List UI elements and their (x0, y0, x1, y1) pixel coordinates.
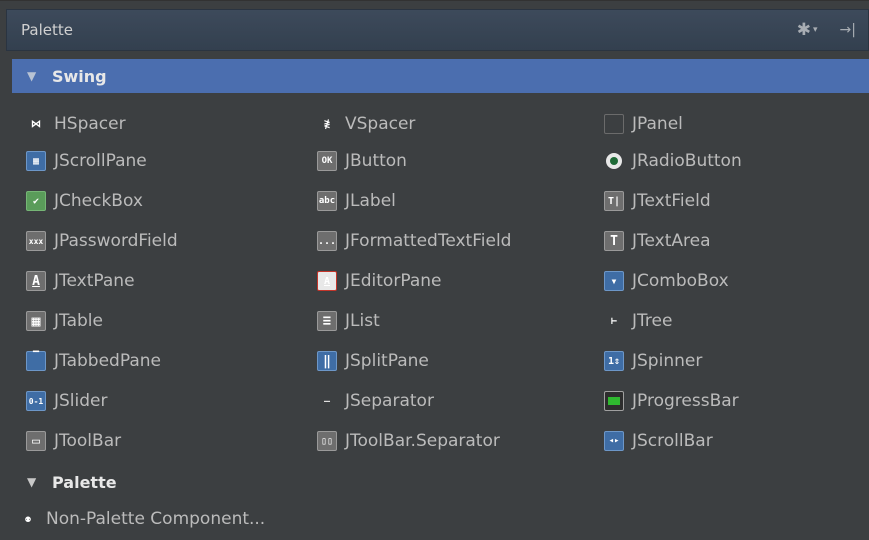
palette-item-jseparator[interactable]: — JSeparator (317, 383, 434, 419)
palette-item-jeditorpane[interactable]: A JEditorPane (317, 263, 441, 299)
item-label: JPanel (632, 114, 683, 134)
hide-panel-icon[interactable]: →| (840, 22, 856, 38)
palette-item-jtable[interactable]: ▦ JTable (26, 303, 103, 339)
item-label: JRadioButton (632, 151, 742, 171)
palette-item-jslider[interactable]: 0-1 JSlider (26, 383, 108, 419)
separator-icon: — (323, 395, 331, 407)
palette-item-jlist[interactable]: ≡ JList (317, 303, 380, 339)
item-label: JToolBar (54, 431, 122, 451)
item-label: JPasswordField (54, 231, 178, 251)
palette-item-jtextfield[interactable]: T| JTextField (604, 183, 711, 219)
palette-item-jcheckbox[interactable]: ✔ JCheckBox (26, 183, 143, 219)
toolbar-separator-icon: ▯▯ (317, 431, 337, 451)
item-label: JList (345, 311, 380, 331)
scrollbar-icon: ◂▸ (604, 431, 624, 451)
palette-item-jscrollpane[interactable]: ▦ JScrollPane (26, 143, 147, 179)
item-label: JComboBox (632, 271, 729, 291)
item-label: JTree (632, 311, 673, 331)
palette-item-jpanel[interactable]: JPanel (604, 106, 683, 142)
item-label: JProgressBar (632, 391, 739, 411)
palette-item-jlabel[interactable]: abc JLabel (317, 183, 396, 219)
palette-item-jradiobutton[interactable]: JRadioButton (604, 143, 742, 179)
hspacer-icon: ⋈ (31, 118, 41, 130)
item-label: JEditorPane (345, 271, 442, 291)
palette-panel: Palette ✱ ▾ →| ▼ Swing ⋈ HSpacer ≹ VSpac… (0, 0, 869, 540)
panel-icon (604, 114, 624, 134)
palette-item-jcombobox[interactable]: ▾ JComboBox (604, 263, 729, 299)
item-label: JScrollPane (54, 151, 147, 171)
passwordfield-icon: xxx (26, 231, 46, 251)
item-label: JSlider (54, 391, 108, 411)
palette-item-jtextpane[interactable]: A JTextPane (26, 263, 135, 299)
item-label: JCheckBox (54, 191, 143, 211)
progressbar-icon (604, 391, 624, 411)
slider-icon: 0-1 (26, 391, 46, 411)
palette-item-jbutton[interactable]: OK JButton (317, 143, 407, 179)
item-label: JScrollBar (632, 431, 713, 451)
label-icon: abc (317, 191, 337, 211)
group-header-swing[interactable]: ▼ Swing (12, 59, 869, 93)
item-label: JFormattedTextField (345, 231, 512, 251)
chevron-down-icon[interactable]: ▾ (813, 25, 818, 35)
item-label: JLabel (345, 191, 396, 211)
expand-triangle-icon[interactable]: ▼ (12, 69, 52, 83)
expand-triangle-icon[interactable]: ▼ (12, 475, 52, 489)
tree-icon: ⊢ (610, 315, 618, 327)
palette-item-jformattedtextfield[interactable]: ... JFormattedTextField (317, 223, 511, 259)
item-label: JTextField (632, 191, 711, 211)
group-label: Swing (52, 66, 107, 86)
group-label: Palette (52, 472, 117, 492)
palette-item-jtree[interactable]: ⊢ JTree (604, 303, 672, 339)
combobox-icon: ▾ (604, 271, 624, 291)
spinner-icon: 1⇕ (604, 351, 624, 371)
palette-item-vspacer[interactable]: ≹ VSpacer (317, 106, 415, 142)
item-label: JTextPane (54, 271, 135, 291)
palette-item-jtabbedpane[interactable]: ▔ JTabbedPane (26, 343, 161, 379)
item-label: JSplitPane (345, 351, 429, 371)
item-label: JTextArea (632, 231, 711, 251)
button-icon: OK (317, 151, 337, 171)
palette-item-jpasswordfield[interactable]: xxx JPasswordField (26, 223, 178, 259)
palette-item-jtoolbar[interactable]: ▭ JToolBar (26, 423, 121, 459)
palette-item-jtextarea[interactable]: T JTextArea (604, 223, 711, 259)
palette-item-non-palette-component[interactable]: ⚉ Non-Palette Component... (18, 501, 265, 537)
vspacer-icon: ≹ (323, 118, 331, 130)
formattedtextfield-icon: ... (317, 231, 337, 251)
textpane-icon: A (26, 271, 46, 291)
palette-item-jsplitpane[interactable]: ‖ JSplitPane (317, 343, 429, 379)
item-label: JSpinner (632, 351, 703, 371)
table-icon: ▦ (26, 311, 46, 331)
palette-titlebar: Palette ✱ ▾ →| (6, 9, 869, 51)
splitpane-icon: ‖ (317, 351, 337, 371)
checkbox-icon: ✔ (26, 191, 46, 211)
palette-item-jprogressbar[interactable]: JProgressBar (604, 383, 739, 419)
item-label: HSpacer (54, 114, 126, 134)
alien-icon: ⚉ (24, 513, 32, 525)
panel-title: Palette (21, 21, 73, 39)
item-label: JSeparator (345, 391, 434, 411)
palette-item-jspinner[interactable]: 1⇕ JSpinner (604, 343, 702, 379)
item-label: JTabbedPane (54, 351, 161, 371)
tabbedpane-icon: ▔ (26, 351, 46, 371)
textfield-icon: T| (604, 191, 624, 211)
textarea-icon: T (604, 231, 624, 251)
item-label: JToolBar.Separator (345, 431, 500, 451)
group-header-palette[interactable]: ▼ Palette (12, 465, 869, 499)
palette-item-jtoolbar-separator[interactable]: ▯▯ JToolBar.Separator (317, 423, 500, 459)
item-label: JButton (345, 151, 407, 171)
toolbar-icon: ▭ (26, 431, 46, 451)
editorpane-icon: A (317, 271, 337, 291)
item-label: Non-Palette Component... (46, 509, 266, 529)
scrollpane-icon: ▦ (26, 151, 46, 171)
list-icon: ≡ (317, 311, 337, 331)
palette-item-jscrollbar[interactable]: ◂▸ JScrollBar (604, 423, 713, 459)
palette-item-hspacer[interactable]: ⋈ HSpacer (26, 106, 126, 142)
item-label: VSpacer (345, 114, 416, 134)
gear-icon[interactable]: ✱ (797, 20, 811, 40)
radiobutton-icon (604, 151, 624, 171)
item-label: JTable (54, 311, 103, 331)
